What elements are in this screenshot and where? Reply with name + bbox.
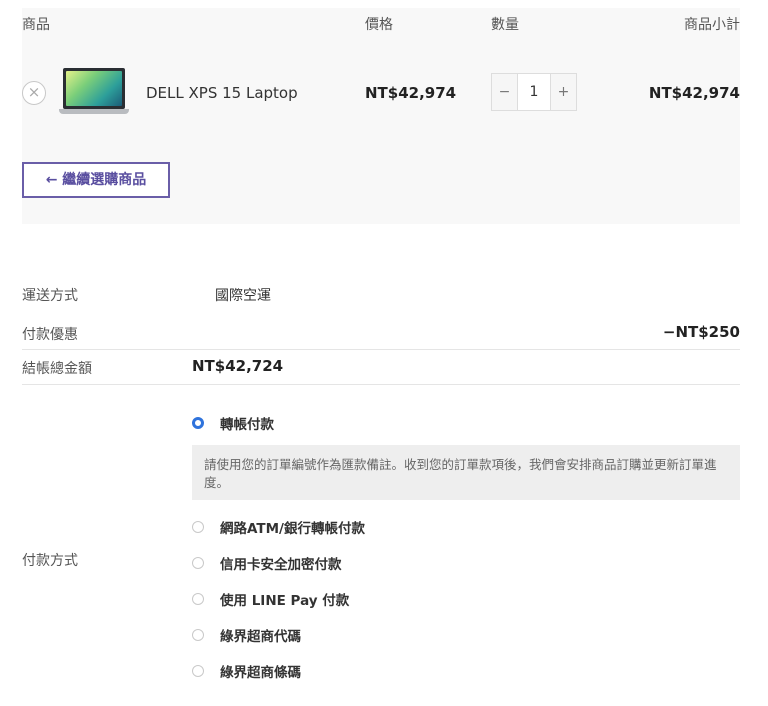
radio-icon[interactable] [192,665,204,677]
shipping-method-label: 運送方式 [22,288,78,304]
payment-option-label: 綠界超商代碼 [220,629,301,645]
radio-icon[interactable] [192,557,204,569]
bank-transfer-note: 請使用您的訂單編號作為匯款備註。收到您的訂單款項後，我們會安排商品訂購並更新訂單… [192,445,740,500]
header-product: 商品 [22,17,50,33]
product-thumbnail[interactable] [59,68,129,116]
payment-discount-value: −NT$250 [662,323,740,341]
item-subtotal: NT$42,974 [648,84,740,102]
radio-icon[interactable] [192,593,204,605]
radio-icon[interactable] [192,629,204,641]
close-icon: × [27,83,41,101]
payment-option-atm[interactable]: 網路ATM/銀行轉帳付款 [192,517,365,537]
payment-option-bank-transfer[interactable]: 轉帳付款 [192,413,274,433]
quantity-increase-button[interactable]: + [551,74,576,110]
payment-option-credit-card[interactable]: 信用卡安全加密付款 [192,553,342,573]
header-quantity: 數量 [491,17,519,33]
payment-option-label: 網路ATM/銀行轉帳付款 [220,521,365,537]
payment-option-label: 轉帳付款 [220,417,274,433]
radio-selected-icon[interactable] [192,417,204,429]
header-price: 價格 [365,17,393,33]
cart-header: 商品 價格 數量 商品小計 [22,8,740,38]
order-total-label: 結帳總金額 [22,361,92,377]
quantity-input[interactable]: 1 [517,74,551,110]
laptop-base-image [59,109,129,114]
quantity-decrease-button[interactable]: − [492,74,517,110]
payment-option-cvs-code[interactable]: 綠界超商代碼 [192,625,301,645]
payment-option-label: 信用卡安全加密付款 [220,557,342,573]
payment-method-label: 付款方式 [22,553,78,569]
payment-option-cvs-barcode[interactable]: 綠界超商條碼 [192,661,301,681]
payment-option-label: 使用 LINE Pay 付款 [220,593,350,609]
bank-transfer-note-text: 請使用您的訂單編號作為匯款備註。收到您的訂單款項後，我們會安排商品訂購並更新訂單… [204,457,717,490]
product-price: NT$42,974 [365,84,457,102]
cart-panel: 商品 價格 數量 商品小計 × DELL XPS 15 Laptop NT$42… [22,8,740,224]
remove-item-button[interactable]: × [22,81,46,105]
quantity-stepper: − 1 + [491,73,577,111]
payment-discount-label: 付款優惠 [22,327,78,343]
payment-option-line-pay[interactable]: 使用 LINE Pay 付款 [192,589,349,609]
radio-icon[interactable] [192,521,204,533]
shipping-method-value: 國際空運 [215,288,271,304]
total-divider [22,384,740,385]
payment-option-label: 綠界超商條碼 [220,665,301,681]
order-total-value: NT$42,724 [192,357,284,375]
laptop-screen-image [63,68,125,109]
header-subtotal: 商品小計 [684,17,740,33]
summary-divider [22,349,740,350]
continue-shopping-button[interactable]: ← 繼續選購商品 [22,162,170,198]
product-name[interactable]: DELL XPS 15 Laptop [146,84,298,102]
cart-item-row: × DELL XPS 15 Laptop NT$42,974 − 1 + NT$… [22,48,740,148]
